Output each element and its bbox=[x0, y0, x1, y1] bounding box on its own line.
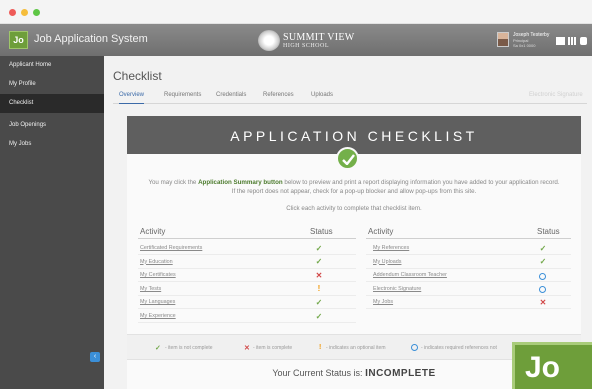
check-circle-icon bbox=[336, 147, 359, 170]
intro-text-start: You may click the bbox=[148, 179, 199, 186]
legend-check-icon: ✓ bbox=[155, 345, 161, 352]
tab-uploads[interactable]: Uploads bbox=[311, 92, 333, 104]
page-title: Checklist bbox=[113, 69, 162, 83]
sidebar-item-checklist[interactable]: Checklist bbox=[0, 94, 104, 113]
row-divider bbox=[366, 294, 571, 296]
sidebar-item-my-profile[interactable]: My Profile bbox=[0, 75, 104, 94]
intro-text: You may click the Application Summary bu… bbox=[147, 178, 561, 196]
row-divider bbox=[138, 281, 356, 283]
sidebar: Applicant Home My Profile Checklist Job … bbox=[0, 56, 104, 389]
activity-link[interactable]: My Jobs bbox=[373, 299, 393, 305]
current-status-label: Your Current Status is: bbox=[272, 368, 363, 378]
tab-references[interactable]: References bbox=[263, 92, 294, 104]
tab-bar: Overview Requirements Credentials Refere… bbox=[113, 90, 587, 104]
sidebar-item-my-jobs[interactable]: My Jobs bbox=[0, 135, 104, 154]
header-divider-right bbox=[366, 238, 571, 239]
chevron-left-icon[interactable]: ‹ bbox=[90, 352, 100, 362]
status-header-left: Status bbox=[310, 227, 333, 236]
row-divider bbox=[138, 294, 356, 296]
avatar[interactable] bbox=[497, 32, 509, 47]
grid-icon[interactable] bbox=[568, 37, 576, 45]
status-check-icon: ✓ bbox=[315, 297, 323, 307]
tab-credentials[interactable]: Credentials bbox=[216, 92, 246, 104]
activity-link[interactable]: Electronic Signature bbox=[373, 286, 421, 292]
legend-x-icon: ✕ bbox=[244, 345, 250, 352]
checklist-banner-title: APPLICATION CHECKLIST bbox=[230, 128, 478, 144]
status-check-icon: ✓ bbox=[539, 243, 547, 253]
main-content: Checklist Overview Requirements Credenti… bbox=[104, 56, 592, 389]
legend-exclamation-icon: ! bbox=[319, 344, 322, 351]
activity-link[interactable]: My Uploads bbox=[373, 259, 401, 265]
status-check-icon: ✓ bbox=[539, 257, 547, 267]
tab-overview[interactable]: Overview bbox=[119, 92, 145, 104]
activity-link[interactable]: My References bbox=[373, 245, 409, 251]
row-divider bbox=[366, 254, 571, 255]
app-title: Job Application System bbox=[34, 33, 148, 45]
status-x-icon: ✕ bbox=[539, 297, 547, 307]
row-divider bbox=[138, 254, 356, 255]
row-divider bbox=[138, 267, 356, 269]
row-divider bbox=[138, 322, 356, 323]
org-chart-icon[interactable] bbox=[556, 37, 565, 45]
header-divider-left bbox=[138, 238, 356, 239]
activity-link[interactable]: My Tests bbox=[140, 286, 161, 292]
activity-link[interactable]: My Languages bbox=[140, 299, 175, 305]
legend-text: - item is not complete bbox=[165, 345, 213, 351]
sidebar-item-applicant-home[interactable]: Applicant Home bbox=[0, 56, 104, 75]
instruction-text: Click each activity to complete that che… bbox=[286, 205, 422, 212]
status-check-icon: ✓ bbox=[315, 257, 323, 267]
close-window-button[interactable] bbox=[9, 9, 16, 16]
sidebar-item-job-openings[interactable]: Job Openings bbox=[0, 116, 104, 135]
status-x-icon: ✕ bbox=[315, 270, 323, 280]
school-name: SUMMIT VIEW bbox=[283, 32, 355, 43]
app-header: Jo Job Application System SUMMIT VIEW HI… bbox=[0, 24, 592, 82]
minimize-window-button[interactable] bbox=[21, 9, 28, 16]
tab-electronic-signature[interactable]: Electronic Signature bbox=[529, 92, 583, 104]
activity-link[interactable]: My Experience bbox=[140, 313, 176, 319]
activity-link[interactable]: Certificated Requirements bbox=[140, 245, 202, 251]
legend-text: - indicates an optional item bbox=[326, 345, 386, 351]
legend-circle-icon bbox=[411, 344, 418, 351]
legend-text: - item is complete bbox=[253, 345, 293, 351]
app-icon[interactable] bbox=[580, 37, 587, 45]
activity-header-left: Activity bbox=[140, 227, 166, 236]
current-status-value: INCOMPLETE bbox=[365, 368, 436, 379]
tab-requirements[interactable]: Requirements bbox=[164, 92, 201, 104]
school-subtitle: HIGH SCHOOL bbox=[283, 43, 329, 49]
status-circle-icon bbox=[539, 272, 546, 280]
activity-header-right: Activity bbox=[368, 227, 394, 236]
shield-crest-icon bbox=[258, 30, 280, 51]
activity-link[interactable]: Addendum Classroom Teacher bbox=[373, 272, 447, 278]
user-detail: Sa 0x1 0000 bbox=[513, 43, 536, 48]
status-circle-icon bbox=[539, 286, 546, 294]
legend-text: - indicates required references not bbox=[421, 345, 497, 351]
activity-link[interactable]: My Certificates bbox=[140, 272, 176, 278]
row-divider bbox=[366, 267, 571, 269]
window-titlebar bbox=[0, 0, 592, 24]
status-check-icon: ✓ bbox=[315, 243, 323, 253]
status-check-icon: ✓ bbox=[315, 311, 323, 321]
row-divider bbox=[366, 308, 571, 310]
corner-app-logo: Jo bbox=[512, 342, 592, 389]
status-exclamation-icon: ! bbox=[317, 284, 321, 294]
application-summary-link[interactable]: Application Summary button bbox=[198, 179, 283, 186]
app-logo[interactable]: Jo bbox=[9, 31, 28, 49]
header-icons bbox=[556, 37, 590, 47]
row-divider bbox=[366, 281, 571, 283]
maximize-window-button[interactable] bbox=[33, 9, 40, 16]
status-header-right: Status bbox=[537, 227, 560, 236]
row-divider bbox=[138, 308, 356, 310]
activity-link[interactable]: My Education bbox=[140, 259, 173, 265]
user-subtitle: Principal Sa 0x1 0000 bbox=[513, 38, 535, 48]
